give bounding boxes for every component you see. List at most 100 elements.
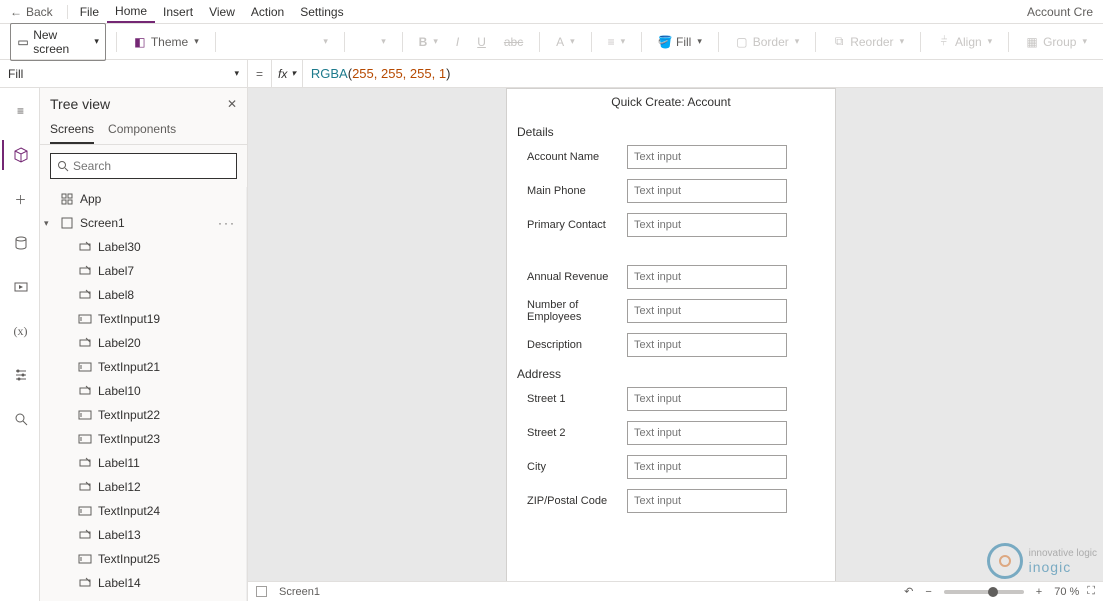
text-input[interactable] — [627, 213, 787, 237]
input-icon — [78, 552, 92, 566]
tree-node-textinput19[interactable]: TextInput19··· — [40, 307, 246, 331]
tree-node-screen1[interactable]: ▾Screen1··· — [40, 211, 246, 235]
tree-node-label14[interactable]: Label14··· — [40, 571, 246, 595]
strike-button[interactable]: abc — [498, 31, 529, 53]
text-input[interactable] — [627, 265, 787, 289]
tree-node-label13[interactable]: Label13··· — [40, 523, 246, 547]
tree-node-textinput23[interactable]: TextInput23··· — [40, 427, 246, 451]
more-icon[interactable]: ··· — [218, 216, 236, 230]
rail-data[interactable] — [2, 228, 38, 258]
tree-node-label: TextInput22 — [98, 408, 160, 422]
theme-button[interactable]: ◧ Theme ▾ — [127, 31, 205, 53]
back-button[interactable]: ← Back — [10, 5, 53, 19]
tree-node-label12[interactable]: Label12··· — [40, 475, 246, 499]
screen-selector-checkbox[interactable] — [256, 586, 267, 597]
search-field[interactable] — [73, 159, 230, 173]
italic-button[interactable]: I — [450, 31, 465, 53]
tab-screens[interactable]: Screens — [50, 116, 94, 144]
tree-node-label: Label10 — [98, 384, 141, 398]
text-input[interactable] — [627, 299, 787, 323]
tree-node-label: Label14 — [98, 576, 141, 590]
fill-button[interactable]: 🪣 Fill ▾ — [652, 31, 708, 53]
tree-node-label30[interactable]: Label30··· — [40, 235, 246, 259]
menu-home[interactable]: Home — [107, 0, 155, 23]
app-icon — [60, 192, 74, 206]
form-row: Annual Revenue — [507, 265, 835, 289]
left-rail: ≡ ＋ (x) — [0, 88, 40, 601]
border-style-button[interactable]: ≡▾ — [602, 31, 632, 53]
field-label: Annual Revenue — [517, 271, 627, 283]
menu-settings[interactable]: Settings — [292, 0, 351, 23]
group-button[interactable]: ▦ Group ▾ — [1019, 31, 1093, 53]
palette-icon: ◧ — [133, 35, 147, 49]
tree-node-label8[interactable]: Label8··· — [40, 283, 246, 307]
menu-file[interactable]: File — [72, 0, 107, 23]
ribbon-toolbar: ▭ New screen ▾ ◧ Theme ▾ ▾ ▾ B▾ I U abc … — [0, 24, 1103, 60]
zoom-out-button[interactable]: − — [921, 586, 935, 598]
menu-insert[interactable]: Insert — [155, 0, 201, 23]
rail-media[interactable] — [2, 272, 38, 302]
tab-components[interactable]: Components — [108, 116, 176, 144]
chevron-left-icon[interactable]: ↶ — [904, 585, 913, 598]
design-canvas[interactable]: Quick Create: Account DetailsAccount Nam… — [506, 88, 836, 601]
font-select[interactable]: ▾ — [226, 32, 334, 51]
zoom-in-button[interactable]: + — [1032, 586, 1046, 598]
tree-node-label: TextInput19 — [98, 312, 160, 326]
align-icon: ⫩ — [937, 35, 951, 49]
zoom-slider[interactable] — [944, 590, 1024, 594]
form-row: Street 2 — [507, 421, 835, 445]
tree-node-label15[interactable]: Label15··· — [40, 595, 246, 601]
tree-node-label10[interactable]: Label10··· — [40, 379, 246, 403]
tree-node-textinput22[interactable]: TextInput22··· — [40, 403, 246, 427]
border-button[interactable]: ▢ Border ▾ — [729, 31, 806, 53]
menu-action[interactable]: Action — [243, 0, 292, 23]
font-color-button[interactable]: A▾ — [550, 31, 581, 53]
text-input[interactable] — [627, 333, 787, 357]
fit-screen-icon[interactable]: ⛶ — [1087, 585, 1095, 598]
underline-button[interactable]: U — [471, 31, 492, 53]
tree-node-label20[interactable]: Label20··· — [40, 331, 246, 355]
tree-node-textinput21[interactable]: TextInput21··· — [40, 355, 246, 379]
field-label: Number of Employees — [517, 299, 627, 323]
text-input[interactable] — [627, 455, 787, 479]
tree-node-textinput25[interactable]: TextInput25··· — [40, 547, 246, 571]
menu-view[interactable]: View — [201, 0, 243, 23]
status-bar: Screen1 ↶ − + 70 % ⛶ — [248, 581, 1103, 601]
tree-node-app[interactable]: App··· — [40, 187, 246, 211]
search-input[interactable] — [50, 153, 237, 179]
tree-node-label: Label11 — [98, 456, 140, 470]
close-icon[interactable]: ✕ — [227, 97, 237, 111]
text-input[interactable] — [627, 145, 787, 169]
rail-insert[interactable]: ＋ — [2, 184, 38, 214]
rail-advanced[interactable] — [2, 360, 38, 390]
arrow-left-icon: ← — [10, 5, 22, 19]
tree-node-label7[interactable]: Label7··· — [40, 259, 246, 283]
text-input[interactable] — [627, 387, 787, 411]
brackets-icon: (x) — [14, 324, 28, 339]
font-size[interactable]: ▾ — [355, 32, 392, 51]
tree-node-label: TextInput25 — [98, 552, 160, 566]
text-input[interactable] — [627, 421, 787, 445]
screen-selector-label[interactable]: Screen1 — [279, 586, 320, 598]
label-icon — [78, 336, 92, 350]
canvas-area: Quick Create: Account DetailsAccount Nam… — [248, 88, 1103, 601]
formula-input[interactable]: RGBA(255, 255, 255, 1) — [303, 66, 1103, 82]
text-input[interactable] — [627, 489, 787, 513]
cube-icon — [13, 147, 29, 163]
tree-node-label: Label30 — [98, 240, 141, 254]
form-row: Number of Employees — [507, 299, 835, 323]
rail-hamburger[interactable]: ≡ — [2, 96, 38, 126]
property-select[interactable]: Fill ▾ — [0, 60, 248, 87]
rail-tree-view[interactable] — [2, 140, 38, 170]
align-button[interactable]: ⫩ Align ▾ — [931, 31, 998, 53]
new-screen-button[interactable]: ▭ New screen ▾ — [10, 23, 106, 61]
tree-node-textinput24[interactable]: TextInput24··· — [40, 499, 246, 523]
tree-node-label11[interactable]: Label11··· — [40, 451, 246, 475]
fx-button[interactable]: fx ▾ — [271, 60, 303, 87]
rail-variables[interactable]: (x) — [2, 316, 38, 346]
label-icon — [78, 576, 92, 590]
reorder-button[interactable]: ⧉ Reorder ▾ — [826, 31, 910, 53]
bold-button[interactable]: B▾ — [413, 31, 444, 53]
rail-search[interactable] — [2, 404, 38, 434]
text-input[interactable] — [627, 179, 787, 203]
